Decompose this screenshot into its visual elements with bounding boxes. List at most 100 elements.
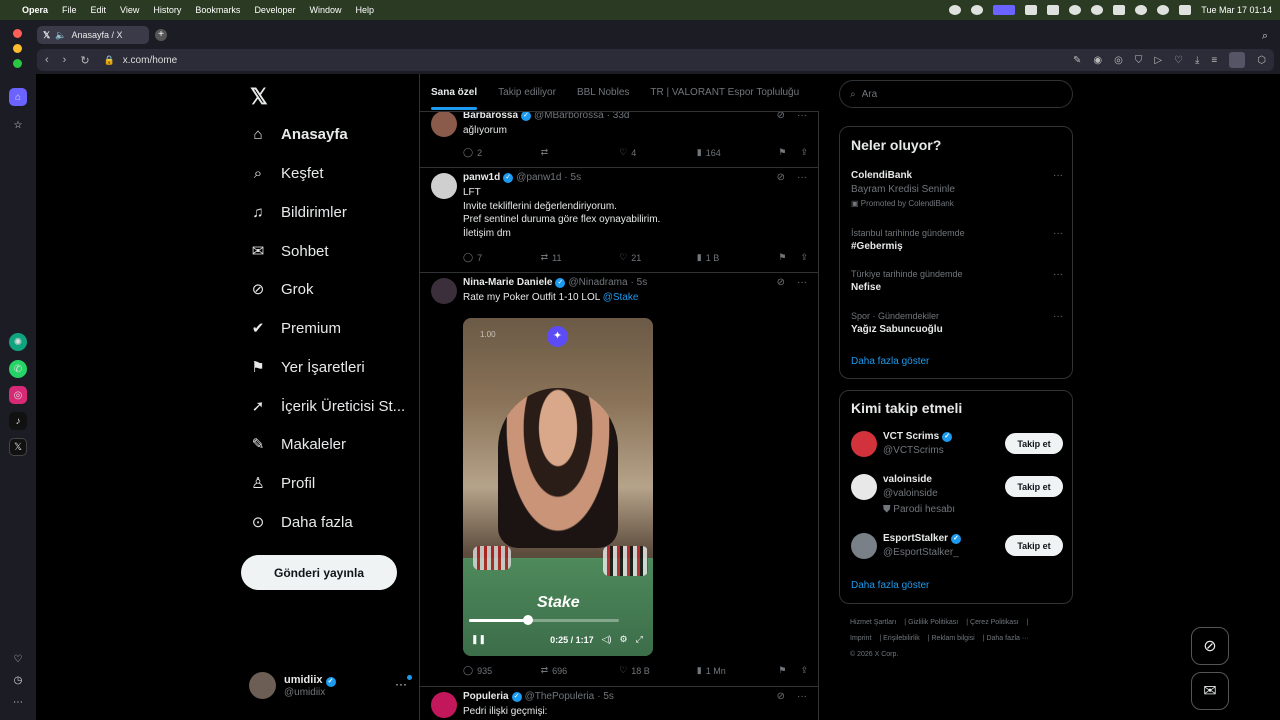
menu-view[interactable]: View — [120, 5, 139, 15]
video-scrubber-handle[interactable] — [522, 615, 533, 625]
avatar[interactable] — [851, 431, 877, 457]
follow-button[interactable]: Takip et — [1005, 433, 1063, 454]
tab-following[interactable]: Takip ediliyor — [498, 87, 556, 98]
nav-notifications[interactable]: ♫ Bildirimler — [249, 199, 346, 225]
mention-link[interactable]: @Stake — [603, 292, 639, 303]
views-button[interactable]: ▮ 1 Mn — [697, 665, 779, 676]
settings-icon[interactable]: ⚙ — [620, 634, 628, 645]
trend-item[interactable]: Türkiye tarihinde gündemde Nefise ··· — [851, 269, 1063, 293]
lock-icon[interactable]: 🔒 — [104, 55, 115, 66]
tweet-time[interactable]: · 5s — [597, 691, 614, 702]
nav-more[interactable]: ⊙ Daha fazla — [249, 509, 353, 535]
search-box[interactable]: ⌕ — [839, 80, 1073, 108]
tray-battery-icon[interactable] — [1113, 5, 1126, 15]
search-input[interactable] — [861, 88, 1042, 100]
footer-ads-link[interactable]: Reklam bilgisi — [932, 635, 975, 642]
menu-app-name[interactable]: Opera — [22, 5, 48, 15]
nav-creator-studio[interactable]: ➚ İçerik Üreticisi St... — [249, 393, 405, 419]
back-icon[interactable]: ‹ — [45, 54, 49, 66]
fullscreen-icon[interactable]: ⤢ — [636, 634, 643, 645]
tab-for-you[interactable]: Sana özel — [431, 87, 478, 110]
tweet-author-handle[interactable]: @panw1d — [516, 172, 561, 183]
retweet-button[interactable]: ⇄ 11 — [541, 252, 620, 263]
avatar[interactable] — [431, 278, 457, 304]
address-bar[interactable]: ‹ › ↻ 🔒 x.com/home ✎ ◉ ◎ ⛉ ▷ ♡ ⤓ ≡ ⬡ — [37, 49, 1274, 71]
avatar[interactable] — [431, 173, 457, 199]
tweet[interactable]: Barbarossa ✓ @MBarborossa · 33d ⊘ ··· ağ… — [420, 106, 819, 168]
reply-button[interactable]: ◯ 7 — [463, 252, 541, 263]
views-button[interactable]: ▮ 164 — [697, 147, 779, 158]
share-icon[interactable]: ⇪ — [800, 252, 808, 263]
browser-tab[interactable]: 𝕏 🔈 Anasayfa / X — [37, 26, 149, 44]
extension-icon[interactable]: ⬡ — [1257, 55, 1266, 66]
tweet-time[interactable]: · 5s — [631, 277, 648, 288]
tweet-author-name[interactable]: Nina-Marie Daniele — [463, 277, 552, 288]
tray-sync-icon[interactable] — [971, 5, 984, 15]
nav-explore[interactable]: ⌕ Keşfet — [249, 160, 324, 186]
nav-bookmarks[interactable]: ⚑ Yer İşaretleri — [249, 354, 364, 380]
follow-suggestion[interactable]: EsportStalker ✓ @EsportStalker_ Takip et — [851, 533, 1063, 567]
nav-grok[interactable]: ⊘ Grok — [249, 276, 314, 302]
follow-suggestion[interactable]: valoinside @valoinside ⛊ Parodi hesabı T… — [851, 474, 1063, 515]
trend-item[interactable]: Spor · Gündemdekiler Yağız Sabuncuoğlu ·… — [851, 311, 1063, 335]
retweet-button[interactable]: ⇄ 696 — [541, 665, 620, 676]
follow-button[interactable]: Takip et — [1005, 476, 1063, 497]
x-logo-icon[interactable]: 𝕏 — [250, 84, 268, 110]
tray-search-icon[interactable] — [1157, 5, 1170, 15]
video-progress-bar[interactable] — [469, 619, 619, 622]
trend-item[interactable]: İstanbul tarihinde gündemde #Gebermiş ··… — [851, 228, 1063, 252]
heart-icon[interactable]: ♡ — [1174, 55, 1183, 66]
shield-icon[interactable]: ⛉ — [1135, 55, 1143, 66]
pause-icon[interactable]: ❚❚ — [471, 634, 486, 645]
menu-icon[interactable]: ≡ — [1211, 55, 1217, 66]
tweet-author-name[interactable]: panw1d — [463, 172, 500, 183]
menu-bookmarks[interactable]: Bookmarks — [195, 5, 240, 15]
menu-file[interactable]: File — [62, 5, 77, 15]
playback-speed[interactable]: 1.00 — [480, 330, 496, 339]
footer-imprint-link[interactable]: Imprint — [850, 635, 871, 642]
star-sidebar-icon[interactable]: ☆ — [9, 116, 27, 134]
forward-icon[interactable]: › — [63, 54, 67, 66]
more-icon[interactable]: ··· — [797, 277, 807, 288]
footer-terms-link[interactable]: Hizmet Şartları — [850, 619, 896, 626]
tweet[interactable]: Populeria ✓ @ThePopuleria · 5s ⊘ ··· Ped… — [420, 687, 819, 720]
tweet[interactable]: Nina-Marie Daniele ✓ @Ninadrama · 5s ⊘ ·… — [420, 273, 819, 687]
views-button[interactable]: ▮ 1 B — [697, 252, 779, 263]
follow-button[interactable]: Takip et — [1005, 535, 1063, 556]
camera-icon[interactable]: ◉ — [1093, 55, 1102, 66]
suggestion-name[interactable]: VCT Scrims — [883, 431, 939, 442]
nav-profile[interactable]: ♙ Profil — [249, 470, 315, 496]
edit-icon[interactable]: ✎ — [1073, 55, 1081, 66]
avatar[interactable] — [851, 474, 877, 500]
tweet[interactable]: panw1d ✓ @panw1d · 5s ⊘ ··· LFT Invite t… — [420, 168, 819, 273]
tray-control-center-icon[interactable] — [1179, 5, 1192, 15]
like-button[interactable]: ♡ 4 — [619, 147, 697, 158]
post-button[interactable]: Gönderi yayınla — [241, 555, 397, 590]
tab-bbl-nobles[interactable]: BBL Nobles — [577, 87, 629, 98]
tab-search-icon[interactable]: ⌕ — [1262, 30, 1268, 43]
menu-history[interactable]: History — [153, 5, 181, 15]
tweet-author-handle[interactable]: @Ninadrama — [568, 277, 627, 288]
x-sidebar-icon[interactable]: 𝕏 — [9, 438, 27, 456]
more-icon[interactable]: ··· — [1053, 311, 1063, 322]
tray-play-icon[interactable] — [1069, 5, 1082, 15]
like-button[interactable]: ♡ 21 — [619, 252, 697, 263]
tray-cloud-icon[interactable] — [1047, 5, 1060, 15]
tray-screen-record-icon[interactable] — [993, 5, 1016, 15]
footer-privacy-link[interactable]: Gizlilik Politikası — [908, 619, 958, 626]
tiktok-icon[interactable]: ♪ — [9, 412, 27, 430]
retweet-button[interactable]: ⇄ — [541, 147, 620, 158]
more-icon[interactable]: ··· — [797, 691, 807, 702]
bookmark-icon[interactable]: ⚑ — [778, 252, 786, 263]
profile-avatar[interactable] — [1229, 52, 1246, 68]
video-player[interactable]: 1.00 ✦ Stake ❚❚ 0:25 / 1:17 ◁) ⚙ ⤢ — [463, 318, 653, 656]
tweet-time[interactable]: · 5s — [564, 172, 581, 183]
grok-floating-button[interactable]: ⊘ — [1191, 627, 1229, 665]
nav-chat[interactable]: ✉ Sohbet — [249, 238, 329, 264]
avatar[interactable] — [431, 692, 457, 718]
account-switcher[interactable]: umidiix ✓ @umidiix ··· — [249, 672, 412, 699]
new-tab-button[interactable]: + — [155, 29, 167, 41]
bookmark-icon[interactable]: ⚑ — [778, 665, 786, 676]
suggestion-name[interactable]: EsportStalker — [883, 533, 948, 544]
tab-valorant-community[interactable]: TR | VALORANT Espor Topluluğu — [650, 87, 799, 98]
